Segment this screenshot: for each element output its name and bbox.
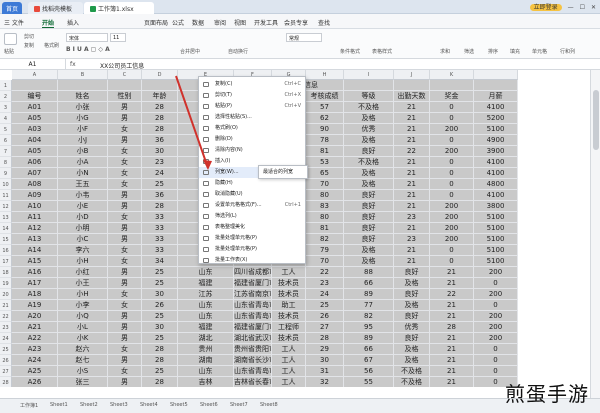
sheet-tab[interactable]: Sheet3: [110, 402, 128, 408]
sheet-tab[interactable]: 工作簿1: [20, 402, 38, 409]
sheet-tab[interactable]: Sheet5: [170, 402, 188, 408]
arrow-head: [203, 160, 212, 170]
sheet-tab[interactable]: Sheet6: [200, 402, 218, 408]
watermark: 煎蛋手游: [505, 382, 589, 406]
sheet-tab[interactable]: Sheet2: [80, 402, 98, 408]
sheet-tab[interactable]: Sheet4: [140, 402, 158, 408]
arrow-line: [175, 75, 209, 169]
annotation-arrow: [175, 75, 212, 170]
sheet-tab[interactable]: Sheet1: [50, 402, 68, 408]
sheet-tab[interactable]: Sheet7: [230, 402, 248, 408]
sheet-tab[interactable]: Sheet8: [260, 402, 278, 408]
